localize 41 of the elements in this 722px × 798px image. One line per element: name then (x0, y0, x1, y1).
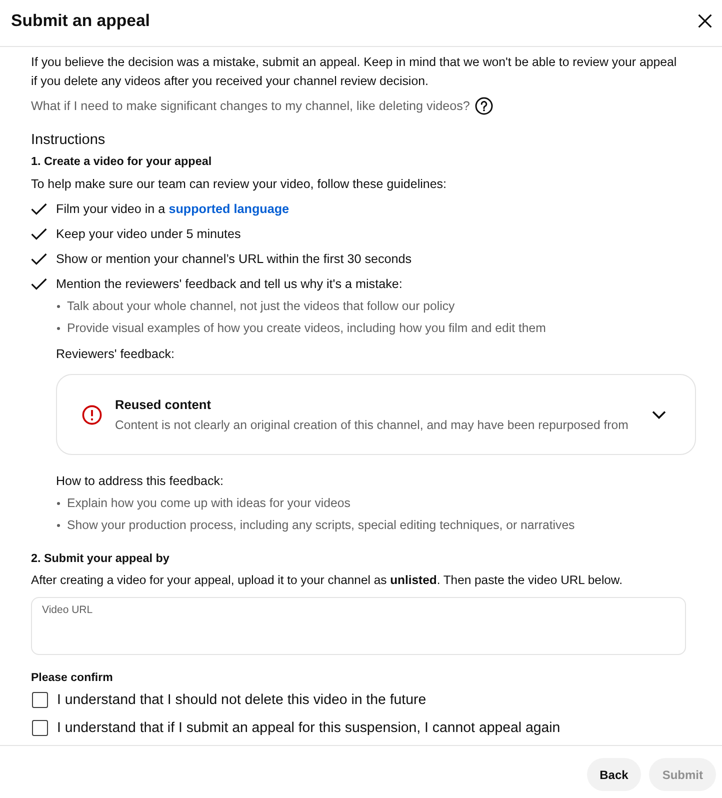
guideline-text: Keep your video under 5 minutes (56, 226, 241, 243)
address-label: How to address this feedback: (56, 473, 224, 490)
guideline-text: Show or mention your channel’s URL within the first 30 seconds (56, 251, 412, 268)
bullet-icon (57, 304, 60, 308)
feedback-label: Reviewers' feedback: (56, 346, 174, 363)
bullet-icon (57, 326, 60, 330)
exclamation-circle-icon (82, 404, 102, 424)
check-icon (31, 253, 47, 265)
instructions-heading: Instructions (31, 131, 106, 150)
address-point: Explain how you come up with ideas for your videos (67, 495, 350, 512)
feedback-description: Content is not clearly an original creation of this channel, and may have been repurposed from (115, 417, 628, 434)
back-button[interactable]: Back (586, 758, 642, 791)
supported-language-link[interactable]: supported language (168, 202, 290, 216)
confirm-heading: Please confirm (31, 671, 113, 686)
help-icon[interactable] (474, 97, 493, 115)
checkbox[interactable] (32, 692, 48, 708)
feedback-title: Reused content (115, 396, 211, 414)
bullet-icon (57, 502, 60, 504)
step-title: 2. Submit your appeal by (31, 551, 170, 567)
upload-instructions: After creating a video for your appeal, upload it to your channel as unlisted. Then paste the video URL below. (31, 572, 622, 589)
chevron-down-icon[interactable] (652, 410, 666, 418)
guideline-point: Talk about your whole channel, not just the videos that follow our policy (67, 298, 455, 315)
guidelines-intro: To help make sure our team can review your video, follow these guidelines: (31, 176, 446, 193)
checkbox[interactable] (32, 720, 48, 736)
guideline-text: Mention the reviewers' feedback and tell us why it's a mistake: (56, 276, 402, 293)
check-icon (31, 278, 47, 290)
confirm-text: I understand that I should not delete this video in the future (57, 691, 426, 710)
address-point: Show your production process, including any scripts, special editing techniques, or narratives (67, 517, 575, 534)
help-question: What if I need to make significant changes to my channel, like deleting videos? (31, 98, 470, 115)
guideline-point: Provide visual examples of how you create videos, including how you film and edit them (67, 320, 546, 337)
intro-paragraph: If you believe the decision was a mistake, submit an appeal. Keep in mind that we won't be able to review your appeal if you delete any videos after you received your channel review decision. (31, 54, 678, 90)
bullet-icon (57, 524, 60, 526)
video-url-field[interactable]: Video URL (31, 597, 686, 655)
close-icon (698, 14, 712, 28)
guideline-text: Film your video in a supported language (56, 201, 290, 218)
step-title: 1. Create a video for your appeal (31, 154, 212, 170)
close-button[interactable] (698, 14, 712, 28)
check-icon (31, 228, 47, 240)
dialog-title: Submit an appeal (11, 10, 150, 32)
confirm-text: I understand that if I submit an appeal for this suspension, I cannot appeal again (57, 719, 560, 738)
check-icon (31, 203, 47, 215)
